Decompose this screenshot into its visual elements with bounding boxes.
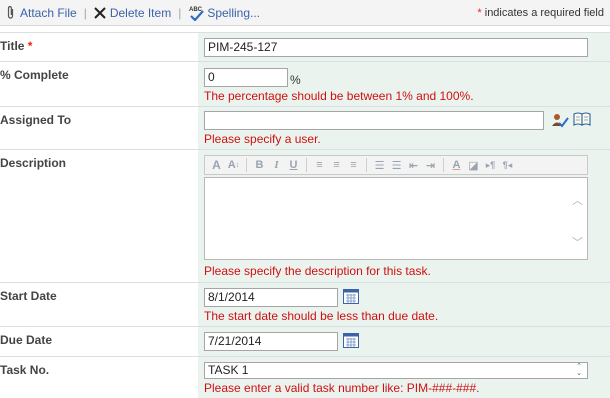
align-left-icon[interactable]: ≡: [311, 157, 328, 173]
bold-icon[interactable]: B: [251, 157, 268, 173]
title-row: Title * PIM-245-127: [0, 32, 610, 61]
spelling-button[interactable]: ABC Spelling...: [188, 5, 260, 21]
toolbar-separator: |: [178, 5, 182, 20]
assigned-to-row: Assigned To Please specify a user.: [0, 106, 610, 149]
numbered-list-icon[interactable]: ☰: [371, 157, 388, 173]
scroll-up-icon[interactable]: ︿: [572, 192, 583, 208]
due-date-label: Due Date: [0, 333, 53, 347]
start-date-input[interactable]: 8/1/2014: [204, 288, 338, 307]
spelling-label: Spelling...: [207, 5, 261, 20]
calendar-icon[interactable]: [343, 289, 359, 307]
description-row: Description A A ↕ B I U ≡ ≡ ≡ ☰ ☰ ⇤ ⇥ A ◪…: [0, 149, 610, 282]
rich-text-toolbar: A A ↕ B I U ≡ ≡ ≡ ☰ ☰ ⇤ ⇥ A ◪ ▸¶ ¶◂: [204, 155, 588, 175]
address-book-icon[interactable]: [573, 112, 591, 129]
text-color-icon[interactable]: A: [448, 157, 465, 173]
description-editor[interactable]: ︿ ﹀: [204, 177, 588, 260]
task-no-row: Task No. TASK 1 ⌃ ⌄ Please enter a valid …: [0, 356, 610, 398]
scroll-down-icon[interactable]: ﹀: [572, 234, 583, 250]
percent-unit: %: [290, 73, 301, 87]
highlight-icon[interactable]: ◪: [465, 157, 482, 173]
increase-indent-icon[interactable]: ⇥: [422, 157, 439, 173]
start-date-label: Start Date: [0, 289, 57, 303]
required-star: *: [477, 6, 482, 19]
align-right-icon[interactable]: ≡: [345, 157, 362, 173]
font-icon[interactable]: A: [208, 157, 225, 173]
required-note-text: indicates a required field: [484, 6, 604, 19]
paperclip-icon: [6, 5, 15, 20]
bullet-list-icon[interactable]: ☰: [388, 157, 405, 173]
percent-complete-input[interactable]: 0: [204, 68, 288, 87]
description-label: Description: [0, 156, 67, 170]
required-star: *: [27, 39, 33, 53]
form-toolbar: Attach File | Delete Item | ABC Spelling…: [0, 0, 610, 26]
task-no-error: Please enter a valid task number like: P…: [204, 381, 480, 395]
start-date-error: The start date should be less than due d…: [204, 309, 439, 323]
due-date-input[interactable]: 7/21/2014: [204, 332, 338, 351]
title-input[interactable]: PIM-245-127: [204, 38, 588, 57]
percent-error: The percentage should be between 1% and …: [204, 89, 474, 103]
font-size-icon[interactable]: A ↕: [225, 157, 242, 173]
description-error: Please specify the description for this …: [204, 264, 431, 278]
task-no-input[interactable]: TASK 1 ⌃ ⌄: [204, 362, 588, 379]
stepper-arrows-icon[interactable]: ⌃ ⌄: [576, 363, 582, 377]
title-label: Title *: [0, 39, 33, 53]
calendar-icon[interactable]: [343, 333, 359, 351]
assigned-to-error: Please specify a user.: [204, 132, 321, 146]
assigned-to-input[interactable]: [204, 111, 544, 130]
required-field-note: * indicates a required field: [477, 7, 604, 19]
underline-icon[interactable]: U: [285, 157, 302, 173]
ltr-icon[interactable]: ▸¶: [482, 157, 499, 173]
delete-item-button[interactable]: Delete Item: [94, 6, 171, 20]
percent-complete-label: % Complete: [0, 68, 69, 82]
spellcheck-icon: ABC: [188, 5, 205, 21]
percent-complete-row: % Complete 0 % The percentage should be …: [0, 61, 610, 106]
attach-file-label: Attach File: [20, 5, 77, 20]
decrease-indent-icon[interactable]: ⇤: [405, 157, 422, 173]
delete-item-label: Delete Item: [109, 5, 172, 20]
rtl-icon[interactable]: ¶◂: [499, 157, 516, 173]
assigned-to-label: Assigned To: [0, 113, 72, 127]
due-date-row: Due Date 7/21/2014: [0, 326, 610, 356]
start-date-row: Start Date 8/1/2014 The start date shoul…: [0, 282, 610, 326]
align-center-icon[interactable]: ≡: [328, 157, 345, 173]
task-no-label: Task No.: [0, 363, 50, 377]
attach-file-button[interactable]: Attach File: [6, 5, 77, 20]
check-names-icon[interactable]: [551, 112, 569, 131]
toolbar-separator: |: [83, 5, 87, 20]
delete-x-icon: [94, 6, 106, 19]
italic-icon[interactable]: I: [268, 157, 285, 173]
